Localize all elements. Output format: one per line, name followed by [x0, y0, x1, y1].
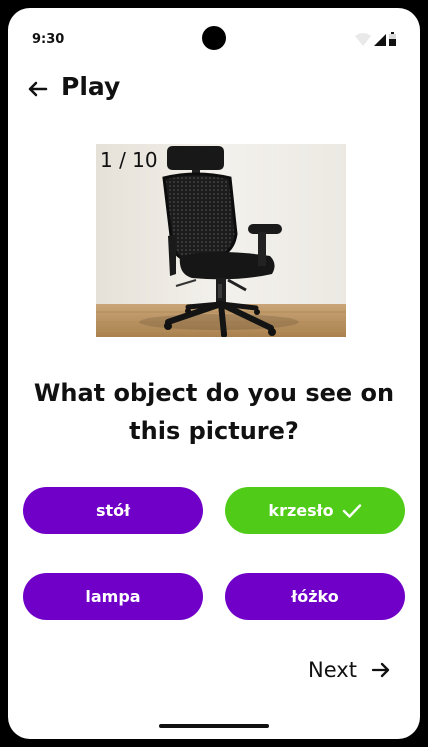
device-frame: 9:30 Play 1 / 10 What object do you see … — [0, 0, 428, 747]
app-bar: Play — [8, 70, 420, 110]
question-text: What object do you see on this picture? — [8, 374, 420, 450]
back-button[interactable] — [24, 74, 54, 104]
wifi-icon — [355, 33, 371, 46]
next-button[interactable]: Next — [308, 655, 391, 685]
status-icons — [355, 32, 396, 46]
check-icon — [342, 503, 361, 518]
answer-label: łóżko — [291, 587, 339, 606]
arrow-left-icon — [28, 81, 48, 97]
office-chair-image — [96, 144, 346, 337]
page-title: Play — [61, 72, 121, 101]
answer-button-3[interactable]: lampa — [23, 573, 203, 620]
arrow-right-icon — [371, 662, 390, 678]
front-camera — [202, 26, 226, 50]
status-time: 9:30 — [32, 32, 65, 47]
status-bar: 9:30 — [8, 8, 420, 68]
answer-label: lampa — [85, 587, 141, 606]
home-indicator[interactable] — [159, 724, 269, 728]
answer-button-1[interactable]: stół — [23, 487, 203, 534]
answer-button-4[interactable]: łóżko — [225, 573, 405, 620]
question-line: What object do you see on this picture? — [33, 379, 395, 445]
next-label: Next — [308, 658, 357, 682]
quiz-picture — [96, 144, 346, 337]
question-counter: 1 / 10 — [100, 148, 158, 172]
answer-label: krzesło — [268, 501, 334, 520]
app-screen: 9:30 Play 1 / 10 What object do you see … — [8, 8, 420, 739]
answer-button-2[interactable]: krzesło — [225, 487, 405, 534]
cellular-signal-icon — [374, 34, 386, 46]
battery-icon — [389, 32, 396, 46]
answer-label: stół — [95, 501, 131, 520]
